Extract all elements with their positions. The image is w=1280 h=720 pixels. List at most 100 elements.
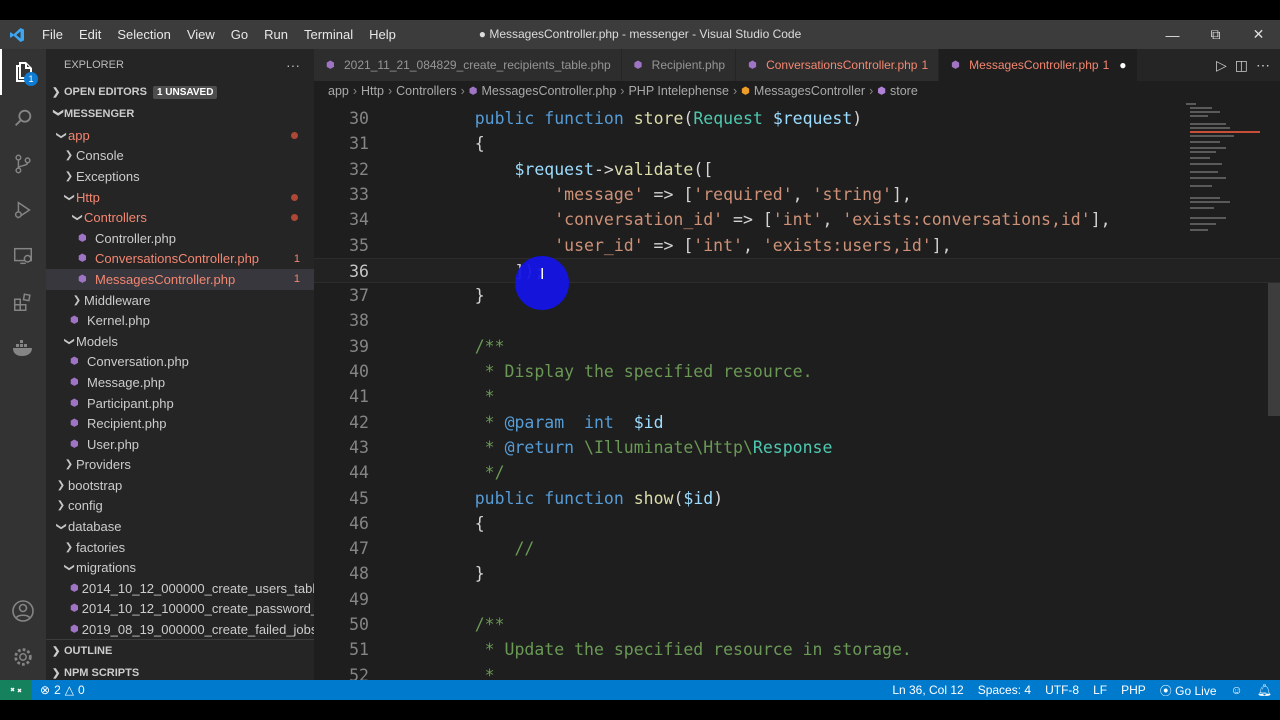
tree-file-item[interactable]: ⬢ User.php — [46, 434, 314, 455]
editor-tab[interactable]: ⬢ Recipient.php — [621, 49, 737, 81]
tree-folder-item[interactable]: ❯ factories — [46, 537, 314, 558]
tree-file-item[interactable]: ⬢ 2014_10_12_100000_create_password_r... — [46, 599, 314, 620]
project-section[interactable]: ❯ MESSENGER — [46, 103, 314, 125]
open-editors-section[interactable]: ❯ OPEN EDITORS 1 UNSAVED — [46, 81, 314, 103]
problems-indicator[interactable]: ⊗ 2 △ 0 — [32, 683, 85, 697]
code-line[interactable]: 30 public function store(Request $reques… — [314, 106, 1280, 131]
menu-item-file[interactable]: File — [34, 20, 71, 49]
tree-folder-item[interactable]: ❯ Providers — [46, 455, 314, 476]
tree-folder-item[interactable]: ❯ Controllers — [46, 207, 314, 228]
editor-tab[interactable]: ⬢ ConversationsController.php 1 — [736, 49, 940, 81]
open-preview-icon[interactable]: ▷ — [1216, 57, 1227, 74]
code-line[interactable]: 32 $request->validate([ — [314, 157, 1280, 182]
code-line[interactable]: 42 * @param int $id — [314, 410, 1280, 435]
notifications-bell-icon[interactable]: 🔔︎ — [1257, 683, 1272, 697]
code-line[interactable]: 48 } — [314, 561, 1280, 586]
extensions-icon[interactable] — [0, 279, 46, 325]
tree-file-item[interactable]: ⬢ ConversationsController.php 1 — [46, 249, 314, 270]
tree-file-item[interactable]: ⬢ MessagesController.php 1 — [46, 269, 314, 290]
tree-folder-item[interactable]: ❯ Http — [46, 187, 314, 208]
code-line[interactable]: 37 } — [314, 283, 1280, 308]
more-actions-icon[interactable]: ··· — [286, 57, 300, 73]
remote-indicator-icon[interactable] — [0, 680, 32, 700]
editor-tab[interactable]: ⬢ MessagesController.php 1 ● — [939, 49, 1138, 81]
tree-file-item[interactable]: ⬢ Participant.php — [46, 393, 314, 414]
feedback-icon[interactable]: ☺ — [1231, 683, 1243, 697]
code-line[interactable]: 39 /** — [314, 334, 1280, 359]
search-icon[interactable] — [0, 95, 46, 141]
tree-folder-item[interactable]: ❯ config — [46, 496, 314, 517]
menu-item-run[interactable]: Run — [256, 20, 296, 49]
breadcrumb-item[interactable]: MessagesController.php — [481, 84, 616, 98]
tree-file-item[interactable]: ⬢ Controller.php — [46, 228, 314, 249]
breadcrumb-item[interactable]: MessagesController — [754, 84, 865, 98]
outline-section[interactable]: ❯ OUTLINE — [46, 640, 314, 662]
remote-explorer-icon[interactable] — [0, 233, 46, 279]
unsaved-dot-icon[interactable]: ● — [1119, 58, 1126, 72]
code-line[interactable]: 38 — [314, 308, 1280, 333]
tree-folder-item[interactable]: ❯ Middleware — [46, 290, 314, 311]
menu-item-go[interactable]: Go — [223, 20, 256, 49]
cursor-position[interactable]: Ln 36, Col 12 — [892, 683, 963, 697]
tree-file-item[interactable]: ⬢ Message.php — [46, 372, 314, 393]
menu-item-edit[interactable]: Edit — [71, 20, 109, 49]
code-line[interactable]: 43 * @return \Illuminate\Http\Response — [314, 435, 1280, 460]
editor-tab[interactable]: ⬢ 2021_11_21_084829_create_recipients_tab… — [314, 49, 622, 81]
tree-file-item[interactable]: ⬢ 2019_08_19_000000_create_failed_jobs_..… — [46, 619, 314, 640]
docker-icon[interactable] — [0, 325, 46, 371]
tree-folder-item[interactable]: ❯ app — [46, 125, 314, 146]
run-debug-icon[interactable] — [0, 187, 46, 233]
tree-folder-item[interactable]: ❯ Exceptions — [46, 166, 314, 187]
code-line[interactable]: 34 'conversation_id' => ['int', 'exists:… — [314, 207, 1280, 232]
account-icon[interactable] — [0, 588, 46, 634]
restore-icon[interactable]: ⧉ — [1194, 20, 1237, 49]
breadcrumb-item[interactable]: store — [890, 84, 918, 98]
go-live-button[interactable]: ⦿ Go Live — [1160, 682, 1217, 699]
tree-folder-item[interactable]: ❯ database — [46, 516, 314, 537]
code-line[interactable]: 47 // — [314, 536, 1280, 561]
code-line[interactable]: 33 'message' => ['required', 'string'], — [314, 182, 1280, 207]
more-actions-icon[interactable]: ⋯ — [1256, 57, 1270, 74]
source-control-icon[interactable] — [0, 141, 46, 187]
indentation[interactable]: Spaces: 4 — [978, 683, 1031, 697]
tree-folder-item[interactable]: ❯ bootstrap — [46, 475, 314, 496]
line-ending[interactable]: LF — [1093, 683, 1107, 697]
encoding[interactable]: UTF-8 — [1045, 683, 1079, 697]
code-line[interactable]: 46 { — [314, 511, 1280, 536]
tree-file-item[interactable]: ⬢ Kernel.php — [46, 310, 314, 331]
php-file-icon: ⬢ — [326, 59, 335, 71]
menu-item-selection[interactable]: Selection — [109, 20, 178, 49]
npm-scripts-section[interactable]: ❯ NPM SCRIPTS — [46, 662, 314, 680]
code-line[interactable]: 45 public function show($id) — [314, 486, 1280, 511]
code-line[interactable]: 52 * — [314, 663, 1280, 680]
code-line[interactable]: 44 */ — [314, 460, 1280, 485]
split-editor-icon[interactable]: ◫ — [1235, 57, 1248, 74]
menu-item-view[interactable]: View — [179, 20, 223, 49]
tree-file-item[interactable]: ⬢ 2014_10_12_000000_create_users_table... — [46, 578, 314, 599]
tree-file-item[interactable]: ⬢ Conversation.php — [46, 352, 314, 373]
menu-item-terminal[interactable]: Terminal — [296, 20, 361, 49]
breadcrumb-item[interactable]: Controllers — [396, 84, 456, 98]
minimize-icon[interactable]: — — [1151, 20, 1194, 49]
menu-item-help[interactable]: Help — [361, 20, 404, 49]
breadcrumb-item[interactable]: PHP Intelephense — [628, 84, 729, 98]
tree-folder-item[interactable]: ❯ Console — [46, 146, 314, 167]
code-line[interactable]: 36 ]); — [314, 257, 1280, 284]
code-line[interactable]: 35 'user_id' => ['int', 'exists:users,id… — [314, 233, 1280, 258]
code-line[interactable]: 50 /** — [314, 612, 1280, 637]
explorer-icon[interactable]: 1 — [0, 49, 46, 95]
code-line[interactable]: 41 * — [314, 384, 1280, 409]
settings-gear-icon[interactable] — [0, 634, 46, 680]
code-line[interactable]: 40 * Display the specified resource. — [314, 359, 1280, 384]
tree-folder-item[interactable]: ❯ migrations — [46, 557, 314, 578]
language-mode[interactable]: PHP — [1121, 683, 1146, 697]
code-line[interactable]: 31 { — [314, 131, 1280, 156]
code-line[interactable]: 49 — [314, 587, 1280, 612]
tree-file-item[interactable]: ⬢ Recipient.php — [46, 413, 314, 434]
tree-folder-item[interactable]: ❯ Models — [46, 331, 314, 352]
breadcrumb-item[interactable]: Http — [361, 84, 384, 98]
close-icon[interactable]: ✕ — [1237, 20, 1280, 49]
breadcrumb-item[interactable]: app — [328, 84, 349, 98]
code-line[interactable]: 51 * Update the specified resource in st… — [314, 637, 1280, 662]
code-editor[interactable]: 30 public function store(Request $reques… — [314, 101, 1280, 680]
